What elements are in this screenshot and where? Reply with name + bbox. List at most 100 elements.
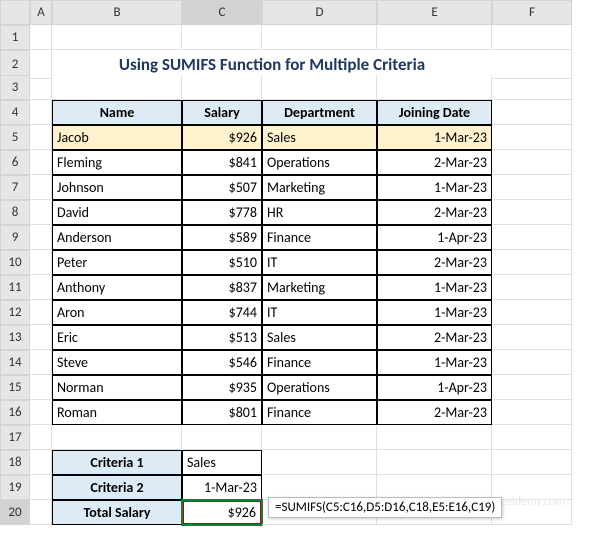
- row-header-19[interactable]: 19: [0, 475, 30, 500]
- table-cell-name[interactable]: Steve: [52, 350, 182, 375]
- criteria2-value[interactable]: 1-Mar-23: [182, 475, 262, 500]
- row-header-20[interactable]: 20: [0, 500, 30, 525]
- table-cell-salary[interactable]: $510: [182, 250, 262, 275]
- cell[interactable]: [492, 225, 572, 250]
- cell[interactable]: [492, 175, 572, 200]
- table-cell-dept[interactable]: IT: [262, 250, 377, 275]
- cell[interactable]: [492, 450, 572, 475]
- table-cell-salary[interactable]: $837: [182, 275, 262, 300]
- cell[interactable]: [30, 375, 52, 400]
- cell[interactable]: [30, 225, 52, 250]
- cell[interactable]: [377, 450, 492, 475]
- table-cell-dept[interactable]: Finance: [262, 350, 377, 375]
- row-header-3[interactable]: 3: [0, 75, 30, 100]
- cell[interactable]: [492, 425, 572, 450]
- cell[interactable]: [492, 325, 572, 350]
- table-cell-salary[interactable]: $778: [182, 200, 262, 225]
- table-cell-salary[interactable]: $926: [182, 125, 262, 150]
- table-cell-date[interactable]: 2-Mar-23: [377, 400, 492, 425]
- cell[interactable]: [30, 275, 52, 300]
- table-cell-dept[interactable]: Finance: [262, 400, 377, 425]
- cell[interactable]: [492, 375, 572, 400]
- cell[interactable]: [262, 25, 377, 50]
- table-cell-name[interactable]: Anderson: [52, 225, 182, 250]
- table-cell-name[interactable]: Aron: [52, 300, 182, 325]
- row-header-10[interactable]: 10: [0, 250, 30, 275]
- header-dept[interactable]: Department: [262, 100, 377, 125]
- cell[interactable]: [492, 75, 572, 100]
- table-cell-salary[interactable]: $546: [182, 350, 262, 375]
- cell[interactable]: [377, 425, 492, 450]
- cell[interactable]: [492, 125, 572, 150]
- table-cell-dept[interactable]: Marketing: [262, 275, 377, 300]
- table-cell-date[interactable]: 2-Mar-23: [377, 200, 492, 225]
- cell[interactable]: [492, 275, 572, 300]
- cell[interactable]: [52, 75, 182, 100]
- table-cell-date[interactable]: 2-Mar-23: [377, 325, 492, 350]
- row-header-6[interactable]: 6: [0, 150, 30, 175]
- row-header-4[interactable]: 4: [0, 100, 30, 125]
- cell[interactable]: [30, 125, 52, 150]
- col-header-B[interactable]: B: [52, 0, 182, 25]
- table-cell-salary[interactable]: $935: [182, 375, 262, 400]
- col-header-A[interactable]: A: [30, 0, 52, 25]
- cell[interactable]: [30, 425, 52, 450]
- row-header-5[interactable]: 5: [0, 125, 30, 150]
- cell[interactable]: [30, 475, 52, 500]
- cell[interactable]: [492, 400, 572, 425]
- cell[interactable]: [30, 250, 52, 275]
- table-cell-name[interactable]: Johnson: [52, 175, 182, 200]
- table-cell-name[interactable]: Peter: [52, 250, 182, 275]
- cell[interactable]: [30, 500, 52, 525]
- col-header-D[interactable]: D: [262, 0, 377, 25]
- table-cell-salary[interactable]: $801: [182, 400, 262, 425]
- table-cell-name[interactable]: Anthony: [52, 275, 182, 300]
- table-cell-date[interactable]: 2-Mar-23: [377, 150, 492, 175]
- cell[interactable]: [492, 250, 572, 275]
- row-header-1[interactable]: 1: [0, 25, 30, 50]
- table-cell-date[interactable]: 1-Apr-23: [377, 225, 492, 250]
- cell[interactable]: [492, 200, 572, 225]
- result-cell[interactable]: $926: [182, 500, 262, 525]
- cell[interactable]: [30, 200, 52, 225]
- cell[interactable]: [30, 450, 52, 475]
- col-header-F[interactable]: F: [492, 0, 572, 25]
- table-cell-name[interactable]: Norman: [52, 375, 182, 400]
- cell[interactable]: [377, 25, 492, 50]
- cell[interactable]: [52, 425, 182, 450]
- criteria1-label[interactable]: Criteria 1: [52, 450, 182, 475]
- row-header-17[interactable]: 17: [0, 425, 30, 450]
- cell[interactable]: [52, 25, 182, 50]
- table-cell-dept[interactable]: HR: [262, 200, 377, 225]
- row-header-7[interactable]: 7: [0, 175, 30, 200]
- cell[interactable]: [30, 150, 52, 175]
- cell[interactable]: [30, 175, 52, 200]
- table-cell-salary[interactable]: $589: [182, 225, 262, 250]
- row-header-18[interactable]: 18: [0, 450, 30, 475]
- table-cell-date[interactable]: 1-Mar-23: [377, 175, 492, 200]
- criteria1-value[interactable]: Sales: [182, 450, 262, 475]
- total-salary-label[interactable]: Total Salary: [52, 500, 182, 525]
- table-cell-dept[interactable]: Finance: [262, 225, 377, 250]
- row-header-13[interactable]: 13: [0, 325, 30, 350]
- cell[interactable]: [30, 75, 52, 100]
- table-cell-dept[interactable]: Operations: [262, 150, 377, 175]
- table-cell-date[interactable]: 1-Mar-23: [377, 125, 492, 150]
- table-cell-date[interactable]: 1-Mar-23: [377, 300, 492, 325]
- cell[interactable]: [30, 350, 52, 375]
- table-cell-salary[interactable]: $513: [182, 325, 262, 350]
- cell[interactable]: [182, 25, 262, 50]
- row-header-9[interactable]: 9: [0, 225, 30, 250]
- header-salary[interactable]: Salary: [182, 100, 262, 125]
- cell[interactable]: [492, 350, 572, 375]
- table-cell-name[interactable]: David: [52, 200, 182, 225]
- table-cell-dept[interactable]: Sales: [262, 325, 377, 350]
- cell[interactable]: [492, 25, 572, 50]
- table-cell-dept[interactable]: Operations: [262, 375, 377, 400]
- table-cell-date[interactable]: 1-Apr-23: [377, 375, 492, 400]
- row-header-16[interactable]: 16: [0, 400, 30, 425]
- select-all-corner[interactable]: [0, 0, 30, 25]
- cell[interactable]: [492, 300, 572, 325]
- header-name[interactable]: Name: [52, 100, 182, 125]
- row-header-11[interactable]: 11: [0, 275, 30, 300]
